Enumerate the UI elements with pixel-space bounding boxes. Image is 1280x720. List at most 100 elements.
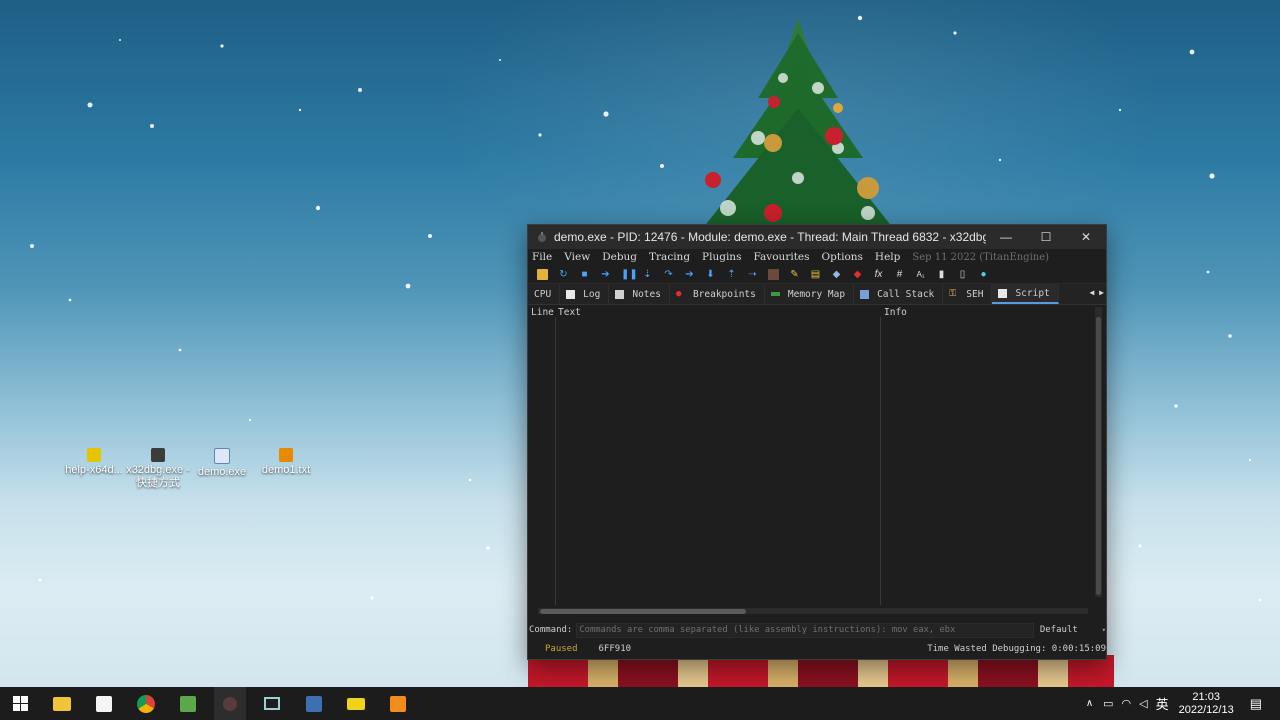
bug-icon [223,696,237,711]
calculator-icon[interactable]: ▯ [957,269,968,280]
minimize-button[interactable]: — [986,225,1026,249]
variables-icon[interactable]: # [894,269,905,280]
maximize-button[interactable]: ☐ [1026,225,1066,249]
bug-icon [538,232,546,242]
x32dbg-window: demo.exe - PID: 12476 - Module: demo.exe… [527,224,1107,660]
clock-date: 2022/12/13 [1178,703,1234,716]
taskbar-sublime[interactable] [382,687,414,720]
battery-icon[interactable]: ▭ [1103,697,1113,710]
step-into-icon[interactable]: ⇣ [642,269,653,280]
version-label: Sep 11 2022 (TitanEngine) [912,251,1050,263]
open-folder-icon[interactable] [537,268,548,280]
menu-bar: File View Debug Tracing Plugins Favourit… [528,249,1106,265]
functions-icon[interactable]: fx [873,269,884,280]
step-over-icon[interactable]: ↷ [663,269,674,280]
column-line-header[interactable]: Line [531,307,554,318]
system-tray: ∧ ▭ ◠ ◁ 英 21:03 2022/12/13 ▤ [1086,687,1280,720]
patch-icon[interactable]: ✎ [789,269,800,280]
desktop-icon-label: help-x64d... [65,464,123,476]
horizontal-scroll-thumb[interactable] [540,609,746,614]
tab-seh[interactable]: ⚿ SEH [943,284,993,304]
taskbar-disk-app[interactable] [298,687,330,720]
restart-icon[interactable]: ↻ [558,269,569,280]
window-title: demo.exe - PID: 12476 - Module: demo.exe… [554,230,986,244]
close-button[interactable]: ✕ [1066,225,1106,249]
script-view[interactable]: Line Text Info [528,305,1106,605]
chevron-up-icon[interactable]: ∧ [1086,698,1093,709]
volume-icon[interactable]: ◁ [1139,697,1147,710]
clock[interactable]: 21:03 2022/12/13 [1179,691,1234,717]
menu-debug[interactable]: Debug [602,251,637,263]
taskbar-app-green[interactable] [172,687,204,720]
pw-icon [347,697,365,710]
menu-view[interactable]: View [564,251,590,263]
menu-file[interactable]: File [532,251,552,263]
taskbar: ∧ ▭ ◠ ◁ 英 21:03 2022/12/13 ▤ [0,687,1280,720]
tab-scroll-arrows[interactable]: ◀ ▶ [1090,288,1104,297]
help-file-icon [87,448,101,462]
taskbar-file-explorer[interactable] [46,687,78,720]
tab-script[interactable]: Script [992,284,1059,304]
taskbar-store[interactable] [88,687,120,720]
taskbar-window-app[interactable] [256,687,288,720]
help-doc-icon[interactable]: ▮ [936,269,947,280]
toolbar: ↻ ■ ➔ ❚❚ ⇣ ↷ ➔ ⬇ ⇡ ➝ ✎ ▤ ◆ ◆ fx # A₁ ▮ ▯… [528,265,1106,284]
command-mode-select[interactable]: Default [1040,625,1078,635]
desktop-icon-help[interactable]: help-x64d... [62,448,126,477]
windows-logo-icon [12,696,28,711]
scylla-icon[interactable] [768,268,779,280]
comments-icon[interactable]: ▤ [810,269,821,280]
menu-help[interactable]: Help [875,251,900,263]
tab-label: Notes [632,288,661,300]
bookmarks-icon[interactable]: ◆ [852,269,863,280]
tab-memory-map[interactable]: Memory Map [765,284,855,304]
execute-till-return-icon[interactable]: ⇡ [726,269,737,280]
store-icon [96,695,112,712]
tab-label: Breakpoints [692,288,756,300]
sublime-icon [390,695,406,712]
desktop-icon-demo-exe[interactable]: demo.exe [190,448,254,479]
strings-icon[interactable]: A₁ [915,269,926,280]
tab-cpu[interactable]: CPU [528,284,561,304]
run-icon[interactable]: ➔ [600,269,611,280]
notes-icon [615,289,625,299]
menu-plugins[interactable]: Plugins [702,251,741,263]
taskbar-chrome[interactable] [130,687,162,720]
taskbar-x32dbg[interactable] [214,687,246,720]
start-button[interactable] [4,687,36,720]
trace-over-icon[interactable]: ⬇ [705,269,716,280]
call-stack-icon [860,289,870,299]
column-text-header[interactable]: Text [558,307,581,318]
vertical-scroll-thumb[interactable] [1096,317,1101,595]
command-bar: Command: Commands are comma separated (l… [528,622,1106,638]
notification-icon[interactable]: ▤ [1250,696,1262,712]
menu-favourites[interactable]: Favourites [753,251,809,263]
desktop-icon-demo1-txt[interactable]: demo1.txt [254,448,318,477]
run-to-user-code-icon[interactable]: ➝ [747,269,758,280]
title-bar[interactable]: demo.exe - PID: 12476 - Module: demo.exe… [528,225,1106,249]
tab-label: Memory Map [787,288,846,300]
taskbar-pw-app[interactable] [340,687,372,720]
tab-breakpoints[interactable]: ● Breakpoints [670,284,765,304]
command-input[interactable]: Commands are comma separated (like assem… [576,622,1034,638]
tab-label: Call Stack [877,288,935,300]
cheat-sheet-icon[interactable]: ● [978,269,989,280]
exe-icon [214,448,230,464]
chevron-down-icon[interactable]: ▾ [1102,626,1106,634]
christmas-tree-wallpaper [703,18,893,228]
trace-into-icon[interactable]: ➔ [684,269,695,280]
menu-tracing[interactable]: Tracing [649,251,690,263]
labels-icon[interactable]: ◆ [831,269,842,280]
wifi-icon[interactable]: ◠ [1122,697,1132,710]
column-divider [555,317,556,605]
menu-options[interactable]: Options [822,251,863,263]
desktop-icon-x32dbg-shortcut[interactable]: x32dbg.exe - 快捷方式 [126,448,190,490]
column-info-header[interactable]: Info [884,307,907,318]
tab-notes[interactable]: Notes [609,284,670,304]
tab-log[interactable]: Log [560,284,610,304]
tab-call-stack[interactable]: Call Stack [854,284,944,304]
stop-icon[interactable]: ■ [579,269,590,280]
input-language[interactable]: 英 [1156,694,1169,713]
pause-icon[interactable]: ❚❚ [621,269,638,280]
desktop-icon-label: x32dbg.exe - 快捷方式 [126,464,190,489]
